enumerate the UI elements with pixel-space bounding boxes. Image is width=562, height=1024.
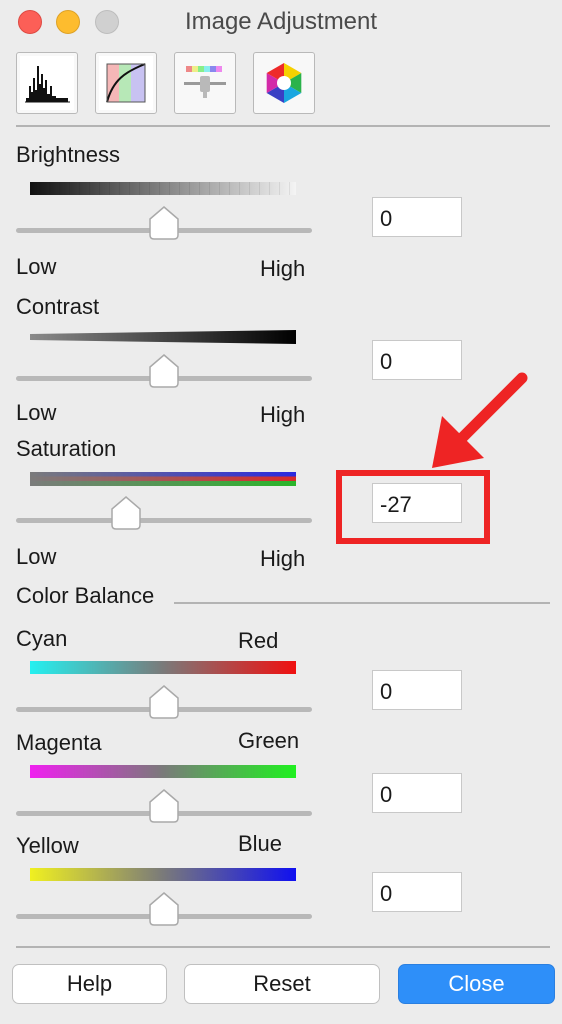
green-label: Green [238, 728, 300, 753]
saturation-gradient-bar [30, 472, 296, 486]
color-wheel-icon [266, 63, 302, 103]
curves-tool-button[interactable] [95, 52, 157, 114]
saturation-high-label: High [260, 546, 306, 571]
histogram-icon [20, 56, 74, 110]
yellow-blue-value-field[interactable]: 0 [372, 872, 462, 912]
brightness-label: Brightness [16, 142, 120, 167]
cyan-label: Cyan [16, 626, 68, 651]
histogram-tool-button[interactable] [16, 52, 78, 114]
contrast-high-label: High [260, 402, 306, 427]
highlight-box [336, 470, 490, 544]
magenta-label: Magenta [16, 730, 102, 755]
brightness-slider-thumb[interactable] [149, 206, 179, 240]
color-balance-label: Color Balance [16, 583, 155, 608]
brightness-gradient-bar [30, 182, 296, 195]
cyan-red-slider-thumb[interactable] [149, 685, 179, 719]
cyan-red-value-field[interactable]: 0 [372, 670, 462, 710]
red-label: Red [238, 628, 279, 653]
saturation-label: Saturation [16, 436, 117, 461]
brightness-high-label: High [260, 256, 306, 281]
contrast-low-label: Low [16, 400, 57, 425]
red-arrow-icon [432, 372, 528, 468]
magenta-green-value-field[interactable]: 0 [372, 773, 462, 813]
saturation-low-label: Low [16, 544, 57, 569]
contrast-gradient-bar [30, 330, 296, 344]
contrast-label: Contrast [16, 294, 100, 319]
footer-divider [16, 946, 550, 948]
help-button[interactable]: Help [12, 964, 167, 1004]
yellow-blue-gradient-bar [30, 868, 296, 881]
yellow-label: Yellow [16, 833, 79, 858]
color-balance-divider [174, 602, 550, 604]
window-title: Image Adjustment [184, 8, 378, 35]
yellow-blue-slider-thumb[interactable] [149, 892, 179, 926]
blue-label: Blue [238, 831, 283, 856]
contrast-slider-thumb[interactable] [149, 354, 179, 388]
color-wheel-tool-button[interactable] [253, 52, 315, 114]
brightness-value-field[interactable]: 0 [372, 197, 462, 237]
curves-icon [99, 56, 153, 110]
saturation-slider-track[interactable] [16, 518, 312, 523]
cyan-red-gradient-bar [30, 661, 296, 674]
saturation-slider-thumb[interactable] [110, 496, 141, 530]
divider [16, 125, 550, 127]
levels-tool-button[interactable] [174, 52, 236, 114]
title-bar: Image Adjustment [0, 0, 562, 44]
magenta-green-gradient-bar [30, 765, 296, 778]
brightness-low-label: Low [16, 254, 57, 279]
reset-button[interactable]: Reset [184, 964, 380, 1004]
close-button[interactable]: Close [398, 964, 555, 1004]
levels-slider-icon [184, 66, 226, 98]
magenta-green-slider-thumb[interactable] [149, 789, 179, 823]
